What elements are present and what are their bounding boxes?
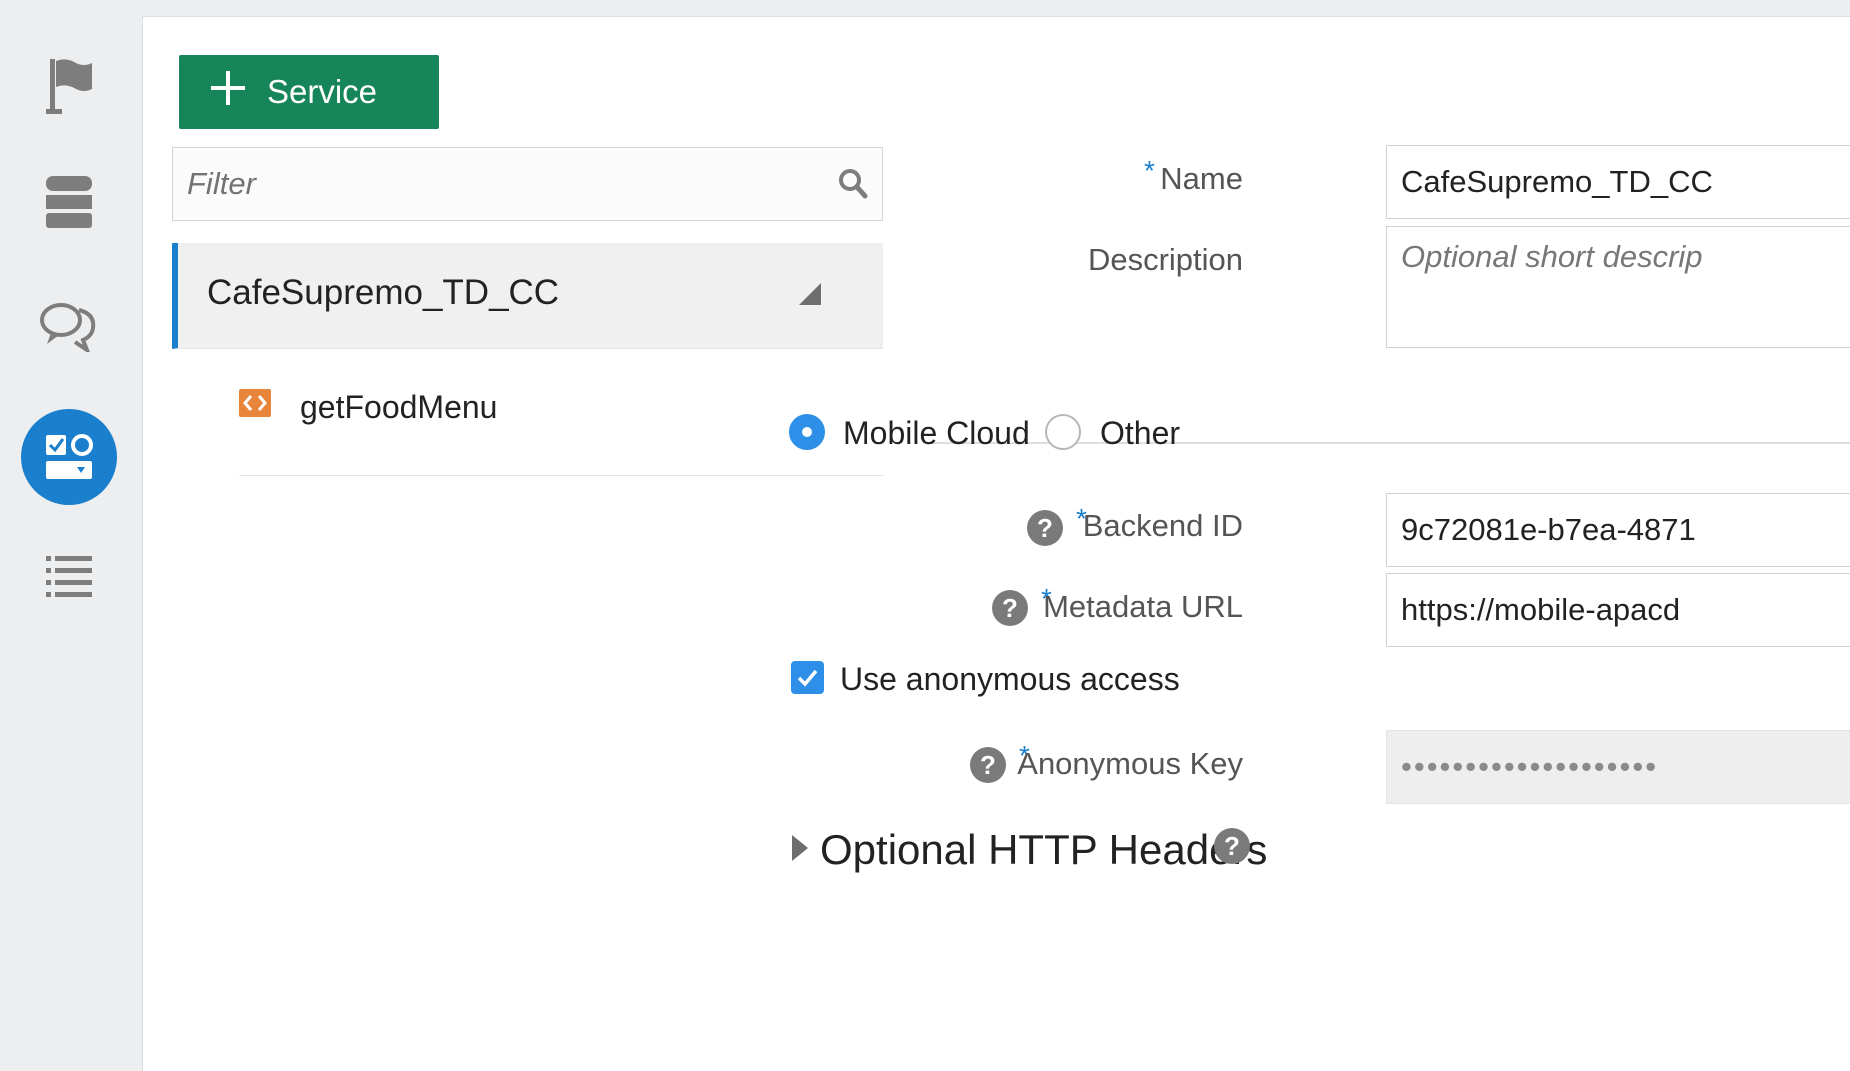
navigation-rail [0,0,141,1070]
backend-id-input[interactable]: 9c72081e-b7ea-4871 [1386,493,1850,567]
description-label: Description [1087,242,1243,277]
list-icon [46,556,92,597]
service-tree-label: CafeSupremo_TD_CC [207,273,560,312]
filter-input[interactable] [173,148,813,220]
anonymous-key-label: Anonymous Key [1017,746,1243,781]
optional-headers-title[interactable]: Optional HTTP Headers [820,826,1267,874]
service-tree-node[interactable]: CafeSupremo_TD_CC [172,243,883,349]
radio-other-label: Other [1100,415,1181,451]
metadata-url-help-icon[interactable]: ? [992,590,1028,626]
anonymous-access-label: Use anonymous access [840,661,1180,697]
required-marker: * [1144,155,1155,186]
radio-mobile-cloud-label: Mobile Cloud [843,415,1030,451]
backend-id-label: Backend ID [1082,508,1243,543]
collapse-triangle-icon[interactable] [799,283,821,310]
radio-mobile-cloud[interactable] [789,414,825,450]
backend-id-help-icon[interactable]: ? [1027,510,1063,546]
expand-triangle-icon[interactable] [792,835,808,866]
rail-item-flag[interactable] [21,38,117,134]
name-label: Name [1160,161,1243,196]
tree-child-label: getFoodMenu [300,389,498,425]
rail-item-forms[interactable] [21,409,117,505]
description-input[interactable]: Optional short descrip [1386,226,1850,348]
rail-item-conversations[interactable] [21,278,117,374]
checkmark-icon [797,669,818,687]
metadata-url-label: Metadata URL [1043,589,1243,624]
metadata-url-input[interactable]: https://mobile-apacd [1386,573,1850,647]
api-code-icon [239,389,271,422]
flag-icon [46,59,92,114]
forms-icon [46,434,93,479]
rail-item-database[interactable] [21,154,117,250]
tree-child-item[interactable]: getFoodMenu [239,351,883,476]
optional-headers-help-icon[interactable]: ? [1214,828,1250,864]
chat-icon [40,303,96,352]
database-icon [46,176,92,228]
anonymous-access-checkbox[interactable] [791,661,824,694]
add-service-button[interactable]: Service [179,55,439,129]
radio-other[interactable] [1045,414,1081,450]
name-input[interactable]: CafeSupremo_TD_CC [1386,145,1850,219]
search-icon[interactable] [838,168,868,205]
plus-icon [211,71,245,113]
anonymous-key-help-icon[interactable]: ? [970,747,1006,783]
anonymous-key-input: •••••••••••••••••••• [1386,730,1850,804]
filter-box [172,147,883,221]
rail-item-list[interactable] [21,528,117,624]
add-service-label: Service [267,73,378,110]
